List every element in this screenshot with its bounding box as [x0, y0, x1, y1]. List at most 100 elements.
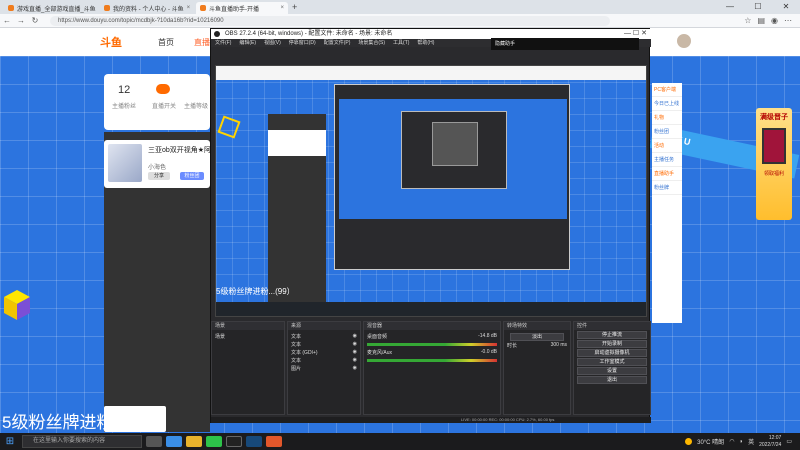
fan-badge-banner: 5级粉丝牌进粉...(99）	[2, 413, 170, 432]
maximize-button[interactable]: ☐	[744, 0, 772, 14]
ad-card-icon	[762, 128, 786, 164]
menu-profile[interactable]: 配置文件(P)	[324, 39, 351, 47]
task-view-icon[interactable]	[146, 436, 162, 447]
start-record-button[interactable]: 开始录制	[577, 340, 647, 348]
live-toggle-icon[interactable]	[156, 84, 170, 94]
menu-docks[interactable]: 停靠窗口(D)	[289, 39, 316, 47]
right-item[interactable]: 主播任务	[652, 153, 682, 167]
right-item[interactable]: 粉丝团	[652, 125, 682, 139]
transition-select[interactable]: 淡出	[510, 333, 564, 341]
exit-button[interactable]: 退出	[577, 376, 647, 384]
promo-ad[interactable]: 满级晋子 领取福利	[756, 108, 792, 220]
notification-icon[interactable]: ▭	[786, 438, 792, 445]
taskbar-search[interactable]: 在这里输入你要搜索的内容	[22, 435, 142, 448]
share-button[interactable]: 分享	[148, 172, 170, 180]
browser-tab-bar: 游戏直播_全部游戏直播_斗鱼游 × 我的资料 - 个人中心 - 斗鱼 × 斗鱼直…	[0, 0, 800, 14]
obs-taskbar-icon[interactable]	[226, 436, 242, 447]
virtual-camera-button[interactable]: 启动虚拟摄像机	[577, 349, 647, 357]
helper-tooltip[interactable]: 隐藏助手	[491, 38, 639, 50]
menu-help[interactable]: 帮助(H)	[417, 39, 434, 47]
file-explorer-icon[interactable]	[186, 436, 202, 447]
browser-tab-active[interactable]: 斗鱼直播助手-开播 ×	[196, 2, 288, 14]
dock-title: 场景	[212, 322, 284, 330]
clock[interactable]: 12:07 2022/7/24	[759, 435, 781, 449]
tab-close-icon[interactable]: ×	[187, 5, 191, 11]
menu-file[interactable]: 文件(F)	[215, 39, 231, 47]
douyu-assistant-icon[interactable]	[266, 436, 282, 447]
mixer-dock: 混音器 桌面音频 -14.8 dB 麦克风/Aux -0.0 dB	[363, 321, 501, 415]
source-item[interactable]: 文本 ◉	[291, 357, 357, 364]
right-item[interactable]: 活动	[652, 139, 682, 153]
right-item[interactable]: PC客户端	[652, 83, 682, 97]
weather-icon[interactable]	[685, 438, 693, 445]
source-item[interactable]: 文本 ◉	[291, 341, 357, 348]
edge-icon[interactable]	[166, 436, 182, 447]
browser-tab[interactable]: 我的资料 - 个人中心 - 斗鱼 ×	[100, 2, 192, 14]
right-item[interactable]: 礼物	[652, 111, 682, 125]
stop-stream-button[interactable]: 停止推流	[577, 331, 647, 339]
refresh-icon[interactable]: ↻	[28, 16, 42, 25]
volume-icon[interactable]: ◗	[739, 439, 743, 445]
volume-meter[interactable]	[367, 343, 497, 346]
input-lang[interactable]: 英	[748, 437, 754, 446]
windows-start-icon[interactable]: ⊞	[0, 436, 20, 447]
source-item[interactable]: 文本 (GDI+) ◉	[291, 349, 357, 356]
back-icon[interactable]: ←	[0, 16, 14, 25]
nav-home[interactable]: 首页	[158, 37, 174, 48]
dock-title: 混音器	[364, 322, 500, 330]
ad-subtitle: 领取福利	[763, 171, 784, 177]
forward-icon[interactable]: →	[14, 16, 28, 25]
fans-label: 主播粉丝	[112, 104, 137, 110]
right-item[interactable]: 直播助手	[652, 167, 682, 181]
level-icon[interactable]	[186, 84, 200, 94]
douyu-logo[interactable]: 斗鱼	[100, 34, 122, 50]
volume-meter[interactable]	[367, 359, 497, 362]
network-icon[interactable]: ◠	[729, 438, 734, 445]
menu-scene-collection[interactable]: 场景集合(S)	[358, 39, 385, 47]
right-item[interactable]: 粉丝牌	[652, 181, 682, 195]
more-icon[interactable]: ⋯	[784, 16, 792, 25]
minimize-button[interactable]: —	[716, 0, 744, 14]
eye-icon: ◉	[352, 357, 357, 363]
wechat-icon[interactable]	[206, 436, 222, 447]
stat-label: 直播开关	[152, 104, 177, 110]
obs-preview[interactable]: 5级粉丝牌进粉...(99）	[215, 65, 647, 317]
transition-duration[interactable]: 时长 300 ms	[507, 342, 567, 349]
steam-icon[interactable]	[246, 436, 262, 447]
dock-title: 来源	[288, 322, 360, 330]
windows-taskbar: ⊞ 在这里输入你要搜索的内容 30°C 晴朗 ◠ ◗ 英 12:07 2022/…	[0, 433, 800, 450]
favorites-icon[interactable]: ☆	[744, 16, 751, 25]
window-controls: — ☐ ✕	[716, 0, 800, 14]
menu-view[interactable]: 视图(V)	[264, 39, 281, 47]
tab-close-icon[interactable]: ×	[280, 5, 284, 11]
close-window-button[interactable]: ✕	[772, 0, 800, 14]
eye-icon: ◉	[352, 349, 357, 355]
weather-temp[interactable]: 30°C 晴朗	[697, 437, 724, 446]
studio-mode-button[interactable]: 工作室模式	[577, 358, 647, 366]
mixer-track: 麦克风/Aux -0.0 dB	[367, 349, 497, 356]
avatar[interactable]	[676, 33, 692, 49]
scene-item[interactable]: 场景	[215, 333, 281, 340]
preview-nested-page	[339, 99, 567, 219]
profile-icon[interactable]: ◉	[771, 16, 778, 25]
obs-status-bar: LIVE: 00:00:00 REC: 00:00:00 CPU: 2.7%, …	[211, 417, 651, 423]
eye-icon: ◉	[352, 365, 357, 371]
collections-icon[interactable]: ▤	[757, 16, 765, 25]
new-tab-button[interactable]: +	[292, 2, 297, 14]
eye-icon: ◉	[352, 341, 357, 347]
right-item[interactable]: 今日已上线	[652, 97, 682, 111]
fan-club-button[interactable]: 粉丝团	[180, 172, 204, 180]
tooltip-text: 隐藏助手	[495, 41, 516, 47]
right-sidebar: PC客户端 今日已上线 礼物 粉丝团 活动 主播任务 直播助手 粉丝牌	[652, 83, 682, 323]
url-input[interactable]: https://www.douyu.com/topic/mcdbjk-?10da…	[50, 15, 610, 26]
nav-live[interactable]: 直播	[194, 37, 210, 48]
source-item[interactable]: 图片 ◉	[291, 365, 357, 372]
menu-edit[interactable]: 编辑(E)	[239, 39, 256, 47]
menu-tools[interactable]: 工具(T)	[393, 39, 409, 47]
douyu-favicon-icon	[104, 5, 110, 11]
browser-tab[interactable]: 游戏直播_全部游戏直播_斗鱼游 ×	[4, 2, 96, 14]
tab-title: 游戏直播_全部游戏直播_斗鱼游	[17, 6, 96, 13]
settings-button[interactable]: 设置	[577, 367, 647, 375]
live-card[interactable]: 三亚ob双开视角★阿 小海色 分享 粉丝团	[104, 140, 211, 188]
source-item[interactable]: 文本 ◉	[291, 333, 357, 340]
